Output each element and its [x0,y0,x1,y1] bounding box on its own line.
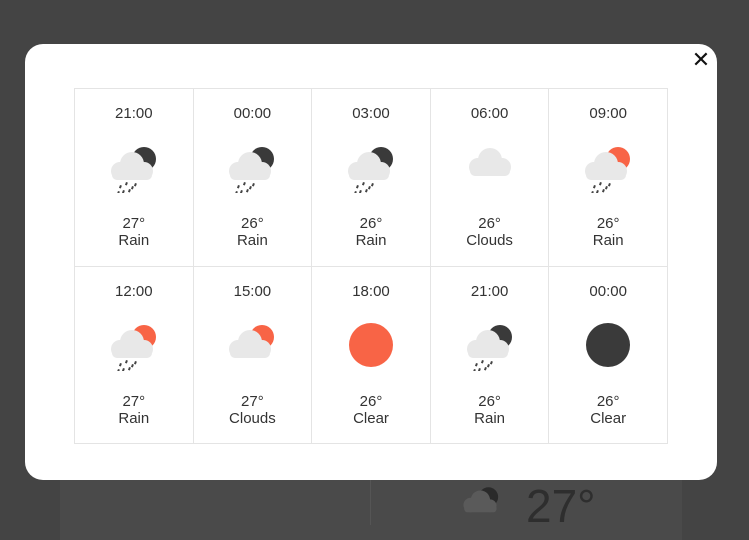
clear-night-icon [580,319,636,371]
forecast-condition: Rain [474,409,506,427]
forecast-time: 12:00 [115,282,153,300]
forecast-time: 21:00 [470,282,509,300]
forecast-condition: Rain [118,409,150,427]
forecast-temperature: 26° [596,392,620,410]
forecast-condition: Clear [590,409,627,427]
forecast-cell: 09:00 26° Rain [549,89,668,267]
forecast-condition: Clouds [229,409,276,427]
rain-day-icon [106,319,162,373]
forecast-time: 18:00 [352,282,390,300]
forecast-temperature: 27° [241,392,264,410]
clouds-day-icon [224,319,280,371]
forecast-temperature: 27° [122,392,146,410]
background-divider [370,480,371,525]
forecast-temperature: 26° [478,215,501,232]
background-rain-night-icon [456,484,508,526]
forecast-cell: 00:00 26° Clear [549,266,668,444]
forecast-condition: Rain [236,232,268,249]
rain-night-icon [106,141,162,195]
forecast-cell: 00:00 26° Rain [193,89,313,267]
forecast-condition: Clear [353,409,389,427]
forecast-time: 15:00 [233,282,272,300]
forecast-temperature: 26° [596,215,620,232]
clouds-icon [462,141,518,193]
forecast-cell: 15:00 27° Clouds [193,266,313,444]
forecast-time: 09:00 [589,105,627,122]
forecast-time: 06:00 [470,105,509,122]
rain-day-icon [580,141,636,195]
forecast-temperature: 26° [478,392,501,410]
forecast-temperature: 26° [241,215,264,232]
rain-night-icon [462,319,518,373]
forecast-cell: 12:00 27° Rain [75,266,194,444]
forecast-cell: 03:00 26° Rain [312,89,431,267]
forecast-cell: 18:00 26° Clear [312,266,431,444]
forecast-cell: 21:00 26° Rain [430,266,550,444]
rain-night-icon [343,141,399,195]
clear-day-icon [343,319,399,371]
forecast-condition: Rain [118,232,150,249]
background-temperature: 27° [526,480,596,532]
forecast-cell: 21:00 27° Rain [75,89,194,267]
forecast-cell: 06:00 26° Clouds [430,89,550,267]
forecast-time: 03:00 [352,105,390,122]
forecast-time: 00:00 [233,105,272,122]
forecast-time: 21:00 [115,105,153,122]
forecast-condition: Clouds [466,232,513,249]
forecast-temperature: 27° [122,215,146,232]
forecast-grid: 21:00 27° Rain 00:00 26° Rain 03:00 26° … [74,88,668,444]
forecast-condition: Rain [355,232,387,249]
forecast-temperature: 26° [359,215,383,232]
forecast-condition: Rain [592,232,624,249]
forecast-temperature: 26° [359,392,383,410]
rain-night-icon [224,141,280,195]
forecast-time: 00:00 [589,282,627,300]
close-button[interactable]: ✕ [686,48,716,72]
